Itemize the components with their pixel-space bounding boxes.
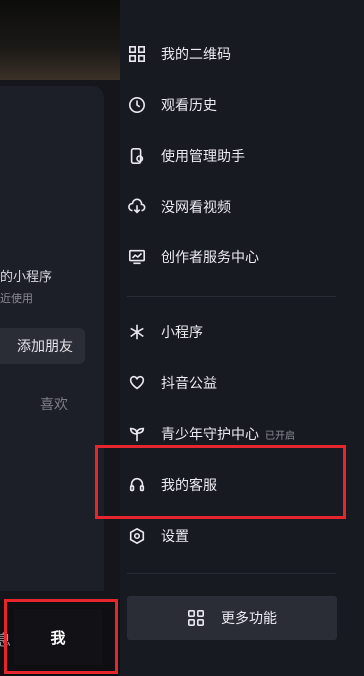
grid-icon — [187, 609, 205, 627]
menu-item-label: 没网看视频 — [161, 200, 231, 216]
menu-item-settings[interactable]: 设置 — [127, 524, 189, 548]
likes-tab[interactable]: 喜欢 — [40, 394, 68, 414]
menu-item-charity[interactable]: 抖音公益 — [127, 371, 217, 395]
qr-code-icon — [127, 44, 147, 64]
mini-program-title: 的小程序 — [0, 270, 53, 285]
tab-me-highlight-box — [4, 599, 118, 674]
menu-item-youth-protection[interactable]: 青少年守护中心 已开启 — [127, 422, 295, 446]
menu-item-label: 我的二维码 — [161, 47, 231, 63]
menu-item-label: 创作者服务中心 — [161, 250, 259, 266]
customer-service-highlight-box — [95, 445, 346, 519]
phone-manage-icon — [127, 146, 147, 166]
chart-screen-icon — [127, 247, 147, 267]
menu-item-creator-center[interactable]: 创作者服务中心 — [127, 245, 259, 269]
background-profile-page: 的小程序 近使用 添加朋友 喜欢 息 我 — [0, 0, 120, 676]
cloud-download-icon — [127, 197, 147, 217]
menu-divider — [127, 573, 336, 574]
menu-item-label: 设置 — [161, 529, 189, 545]
menu-item-label: 抖音公益 — [161, 376, 217, 392]
menu-item-usage-assistant[interactable]: 使用管理助手 — [127, 144, 245, 168]
menu-item-label: 观看历史 — [161, 98, 217, 114]
menu-divider — [127, 296, 336, 297]
status-badge: 已开启 — [265, 430, 295, 442]
menu-item-label: 青少年守护中心 — [161, 427, 259, 443]
mini-program-icon — [127, 322, 147, 342]
add-friend-button[interactable]: 添加朋友 — [0, 328, 85, 364]
sprout-icon — [127, 424, 147, 444]
menu-item-label: 小程序 — [161, 325, 203, 341]
heart-hands-icon — [127, 373, 147, 393]
profile-cover — [0, 0, 120, 80]
mini-program-subtitle: 近使用 — [0, 292, 33, 305]
menu-item-watch-history[interactable]: 观看历史 — [127, 93, 217, 117]
menu-item-label: 使用管理助手 — [161, 149, 245, 165]
more-features-label: 更多功能 — [221, 611, 277, 627]
menu-item-offline-video[interactable]: 没网看视频 — [127, 195, 231, 219]
more-features-button[interactable]: 更多功能 — [127, 596, 337, 640]
clock-icon — [127, 95, 147, 115]
menu-item-qr-code[interactable]: 我的二维码 — [127, 42, 231, 66]
menu-item-mini-program[interactable]: 小程序 — [127, 320, 203, 344]
settings-hex-icon — [127, 526, 147, 546]
